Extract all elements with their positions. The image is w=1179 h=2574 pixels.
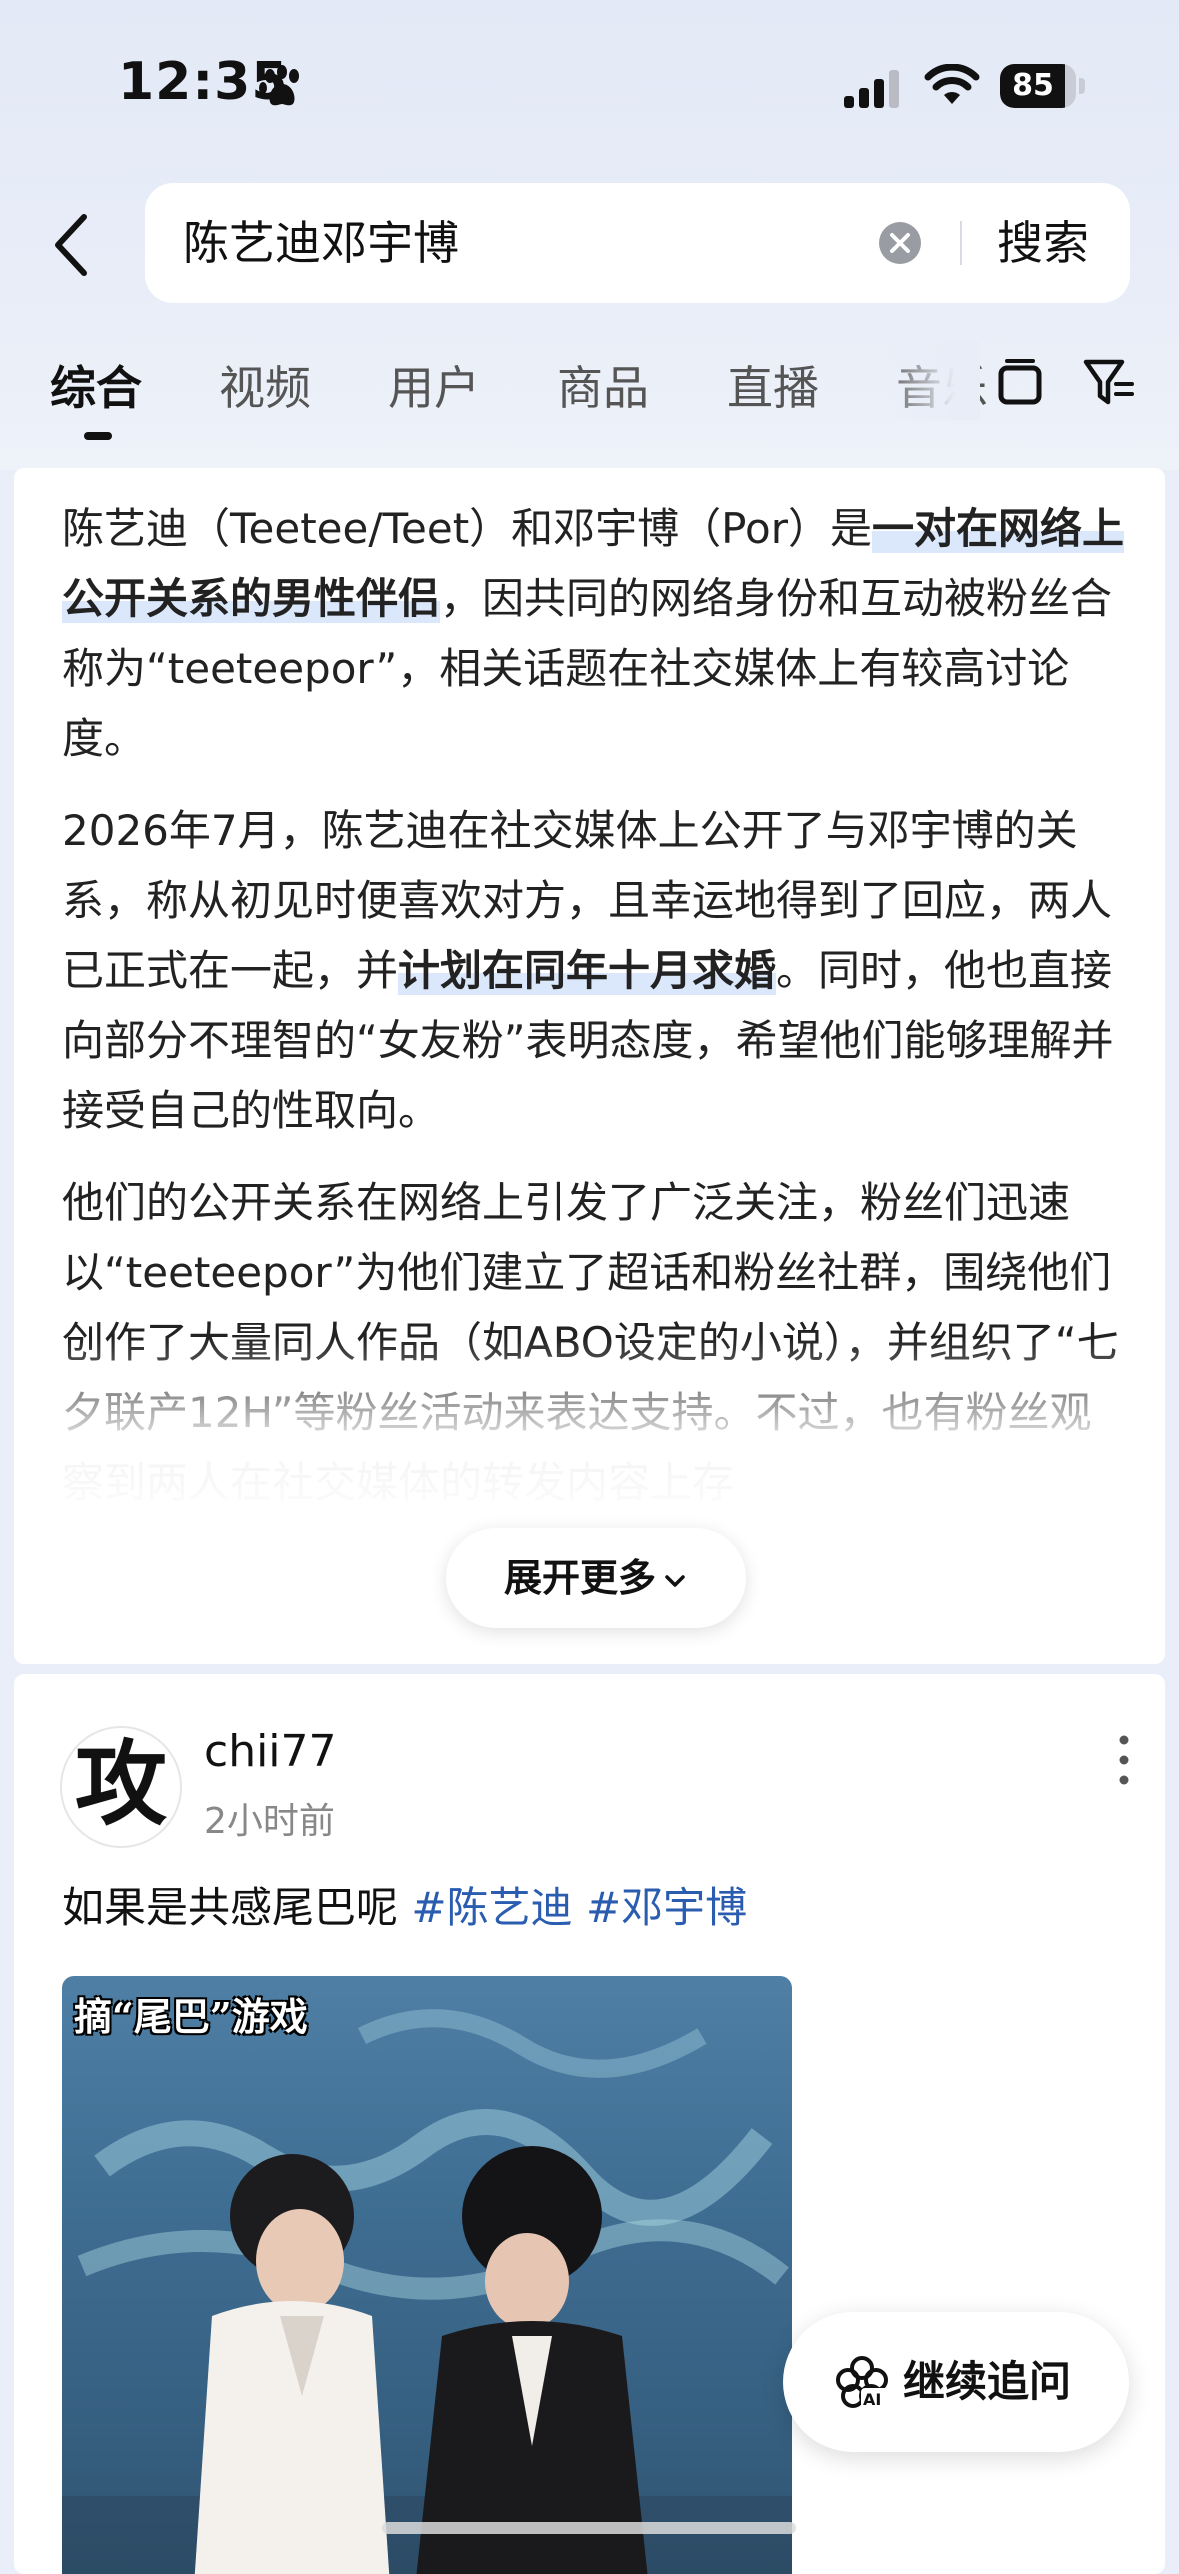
layout-toggle-icon[interactable] xyxy=(995,358,1045,408)
hashtag-link[interactable]: #邓宇博 xyxy=(586,1883,747,1932)
hashtag-link[interactable]: #陈艺迪 xyxy=(411,1883,572,1932)
summary-fade-overlay xyxy=(14,1338,1165,1538)
search-box[interactable]: 陈艺迪邓宇博 搜索 xyxy=(145,183,1130,303)
search-input[interactable]: 陈艺迪邓宇博 xyxy=(183,183,459,303)
ai-summary-card: 陈艺迪（Teetee/Teet）和邓宇博（Por）是一对在网络上公开关系的男性伴… xyxy=(14,468,1165,1664)
tab-products[interactable]: 商品 xyxy=(557,352,649,418)
search-divider xyxy=(960,221,962,265)
more-options-icon[interactable] xyxy=(1104,1730,1144,1790)
post-time: 2小时前 xyxy=(204,1801,335,1842)
home-indicator[interactable] xyxy=(382,2522,796,2534)
clear-icon[interactable] xyxy=(878,221,922,265)
expand-more-button[interactable]: 展开更多 xyxy=(446,1528,746,1628)
continue-asking-button[interactable]: AI 继续追问 xyxy=(783,2312,1129,2452)
username[interactable]: chii77 xyxy=(204,1726,337,1777)
active-tab-indicator xyxy=(84,432,112,440)
post-image[interactable]: 摘“尾巴”游戏 xyxy=(62,1976,792,2574)
summary-paragraph-1: 陈艺迪（Teetee/Teet）和邓宇博（Por）是一对在网络上公开关系的男性伴… xyxy=(62,494,1130,774)
tab-video[interactable]: 视频 xyxy=(219,352,311,418)
expand-more-label: 展开更多 xyxy=(503,1556,656,1600)
ai-flower-icon: AI xyxy=(836,2356,889,2409)
wifi-icon xyxy=(924,64,980,104)
post-text: 如果是共感尾巴呢 #陈艺迪 #邓宇博 xyxy=(62,1874,747,1935)
tab-live[interactable]: 直播 xyxy=(727,352,819,418)
tab-users[interactable]: 用户 xyxy=(388,352,480,418)
avatar[interactable]: 攻 xyxy=(60,1726,182,1848)
continue-asking-label: 继续追问 xyxy=(903,2357,1072,2406)
photo-scene xyxy=(62,2009,792,2574)
paw-icon xyxy=(259,65,299,106)
filter-icon[interactable] xyxy=(1082,356,1136,410)
summary-p1-text: 陈艺迪（Teetee/Teet）和邓宇博（Por）是 xyxy=(62,504,872,553)
search-button[interactable]: 搜索 xyxy=(997,183,1089,303)
tab-comprehensive[interactable]: 综合 xyxy=(50,352,142,418)
battery-indicator: 85 xyxy=(1000,64,1076,108)
cellular-signal-icon xyxy=(844,70,899,108)
image-caption: 摘“尾巴”游戏 xyxy=(74,1994,308,2039)
post-body: 如果是共感尾巴呢 xyxy=(62,1883,399,1932)
chevron-down-icon xyxy=(665,1574,685,1587)
battery-cap xyxy=(1079,78,1085,94)
summary-p2-highlight: 计划在同年十月求婚 xyxy=(398,946,777,995)
back-button[interactable] xyxy=(40,205,100,285)
svg-text:AI: AI xyxy=(863,2390,881,2409)
battery-level: 85 xyxy=(1012,68,1054,103)
tab-fade xyxy=(880,340,980,420)
summary-paragraph-2: 2026年7月，陈艺迪在社交媒体上公开了与邓宇博的关系，称从初见时便喜欢对方，且… xyxy=(62,796,1130,1146)
